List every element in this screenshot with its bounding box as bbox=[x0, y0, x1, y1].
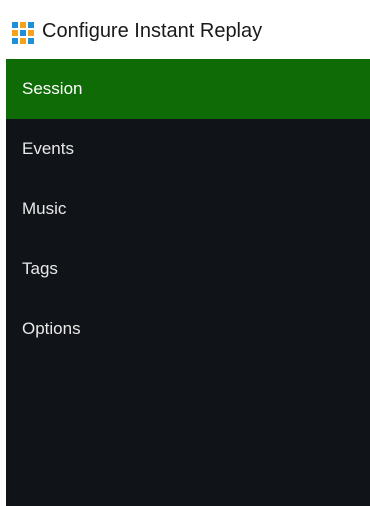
icon-cell bbox=[28, 38, 34, 44]
sidebar-item-options[interactable]: Options bbox=[6, 299, 370, 359]
nav-list: Session Events Music Tags Options bbox=[6, 59, 370, 359]
sidebar-item-events[interactable]: Events bbox=[6, 119, 370, 179]
icon-cell bbox=[20, 22, 26, 28]
icon-cell bbox=[28, 30, 34, 36]
app-grid-icon bbox=[12, 22, 34, 44]
icon-cell bbox=[12, 22, 18, 28]
window-title: Configure Instant Replay bbox=[42, 20, 263, 42]
icon-cell bbox=[12, 30, 18, 36]
title-bar: Configure Instant Replay bbox=[0, 0, 370, 59]
configure-instant-replay-window: Configure Instant Replay Session Events … bbox=[0, 0, 370, 506]
icon-cell bbox=[20, 30, 26, 36]
icon-cell bbox=[12, 38, 18, 44]
sidebar-item-music[interactable]: Music bbox=[6, 179, 370, 239]
icon-cell bbox=[20, 38, 26, 44]
icon-cell bbox=[28, 22, 34, 28]
sidebar-item-tags[interactable]: Tags bbox=[6, 239, 370, 299]
sidebar-item-session[interactable]: Session bbox=[6, 59, 370, 119]
sidebar-nav: Session Events Music Tags Options bbox=[6, 59, 370, 506]
